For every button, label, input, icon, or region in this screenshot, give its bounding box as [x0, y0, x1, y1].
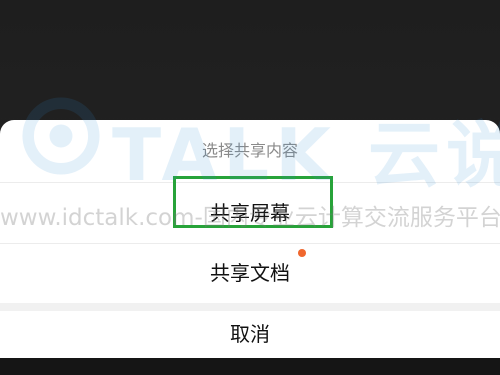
highlight-box	[173, 176, 333, 228]
share-document-option[interactable]: 共享文档	[0, 244, 500, 303]
notification-dot	[298, 249, 306, 257]
section-separator	[0, 303, 500, 311]
cancel-button[interactable]: 取消	[0, 311, 500, 358]
share-content-sheet: 选择共享内容 共享屏幕 共享文档 取消	[0, 120, 500, 358]
bottom-bar	[0, 358, 500, 375]
sheet-title: 选择共享内容	[201, 141, 298, 160]
